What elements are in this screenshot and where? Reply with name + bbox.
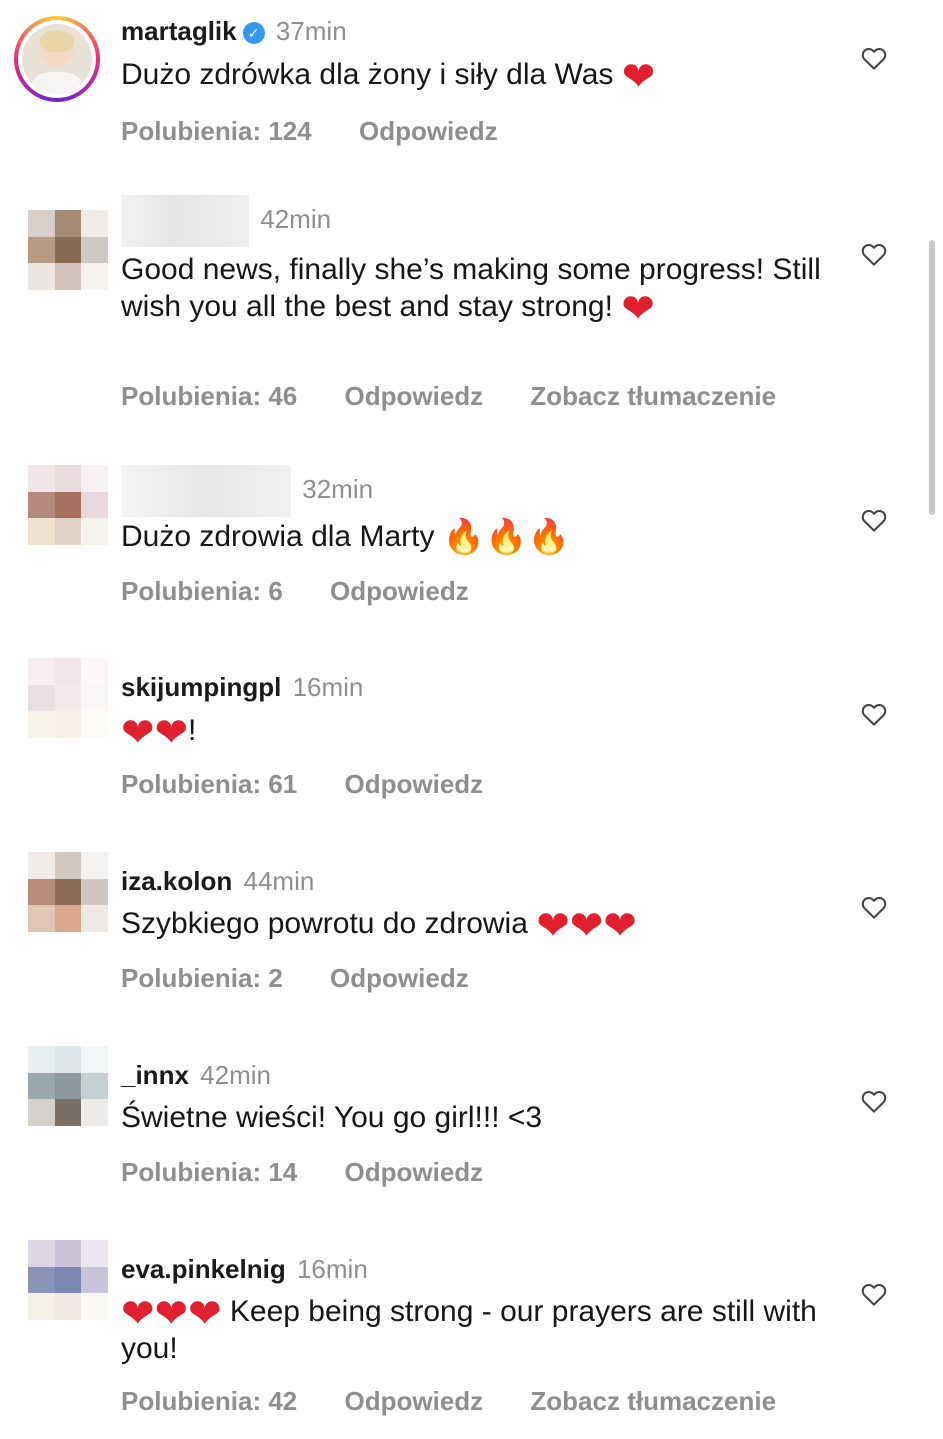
likes-count[interactable]: Polubienia: 2: [121, 963, 283, 993]
heart-outline-icon[interactable]: [859, 505, 889, 535]
comment-time: 37min: [275, 16, 347, 46]
avatar[interactable]: [28, 465, 108, 545]
comment-text: Dużo zdrówka dla żony i siły dla Was ❤: [121, 55, 656, 99]
comment-text: Szybkiego powrotu do zdrowia ❤❤❤: [121, 904, 637, 948]
likes-count[interactable]: Polubienia: 61: [121, 769, 297, 799]
blurred-username: [121, 195, 249, 247]
heart-emoji: ❤❤: [121, 711, 189, 755]
comment-text: ❤❤❤ Keep being strong - our prayers are …: [121, 1292, 817, 1365]
heart-outline-icon[interactable]: [859, 699, 889, 729]
heart-emoji: ❤❤❤: [536, 904, 637, 948]
reply-button[interactable]: Odpowiedz: [345, 381, 484, 411]
avatar[interactable]: [28, 210, 108, 290]
likes-count[interactable]: Polubienia: 14: [121, 1157, 297, 1187]
likes-count[interactable]: Polubienia: 42: [121, 1386, 297, 1416]
heart-emoji: ❤: [621, 55, 656, 99]
heart-emoji: ❤❤❤: [121, 1292, 222, 1336]
comment-text: Dużo zdrowia dla Marty 🔥🔥🔥: [121, 518, 570, 556]
comment-time: 42min: [260, 203, 332, 234]
reply-button[interactable]: Odpowiedz: [345, 1157, 484, 1187]
likes-count[interactable]: Polubienia: 46: [121, 381, 297, 411]
likes-count[interactable]: Polubienia: 6: [121, 576, 283, 606]
avatar[interactable]: [28, 852, 108, 932]
translate-button[interactable]: Zobacz tłumaczenie: [530, 1386, 776, 1416]
heart-outline-icon[interactable]: [859, 239, 889, 269]
comment-time: 32min: [302, 473, 374, 504]
comment-username[interactable]: eva.pinkelnig: [121, 1254, 286, 1284]
comment-username[interactable]: martaglik: [121, 16, 237, 46]
avatar[interactable]: [28, 658, 108, 738]
comment-time: 16min: [296, 1254, 368, 1284]
reply-button[interactable]: Odpowiedz: [330, 963, 469, 993]
reply-button[interactable]: Odpowiedz: [330, 576, 469, 606]
blurred-username: [121, 465, 291, 517]
comment-text: Good news, finally she’s making some pro…: [121, 253, 821, 331]
avatar[interactable]: [28, 1046, 108, 1126]
heart-outline-icon[interactable]: [859, 1279, 889, 1309]
comment-time: 16min: [292, 672, 364, 702]
heart-outline-icon[interactable]: [859, 43, 889, 73]
comment-text: Świetne wieści! You go girl!!! <3: [121, 1101, 543, 1134]
reply-button[interactable]: Odpowiedz: [345, 1386, 484, 1416]
reply-button[interactable]: Odpowiedz: [345, 769, 484, 799]
comment-username[interactable]: skijumpingpl: [121, 672, 281, 702]
avatar[interactable]: [28, 1240, 108, 1320]
heart-outline-icon[interactable]: [859, 892, 889, 922]
comment-username[interactable]: _innx: [121, 1060, 189, 1090]
likes-count[interactable]: Polubienia: 124: [121, 116, 312, 146]
reply-button[interactable]: Odpowiedz: [359, 116, 498, 146]
comment-text: ❤❤!: [121, 711, 197, 755]
comment-time: 44min: [243, 866, 315, 896]
avatar[interactable]: [14, 16, 100, 102]
comment-time: 42min: [200, 1060, 271, 1090]
verified-badge-icon: ✓: [242, 22, 265, 44]
fire-emoji: 🔥🔥🔥: [442, 518, 570, 556]
avatar-photo: [22, 24, 92, 94]
scrollbar[interactable]: [929, 240, 935, 515]
heart-emoji: ❤: [621, 287, 655, 331]
comment-username[interactable]: iza.kolon: [121, 866, 232, 896]
translate-button[interactable]: Zobacz tłumaczenie: [530, 381, 776, 411]
heart-outline-icon[interactable]: [859, 1086, 889, 1116]
